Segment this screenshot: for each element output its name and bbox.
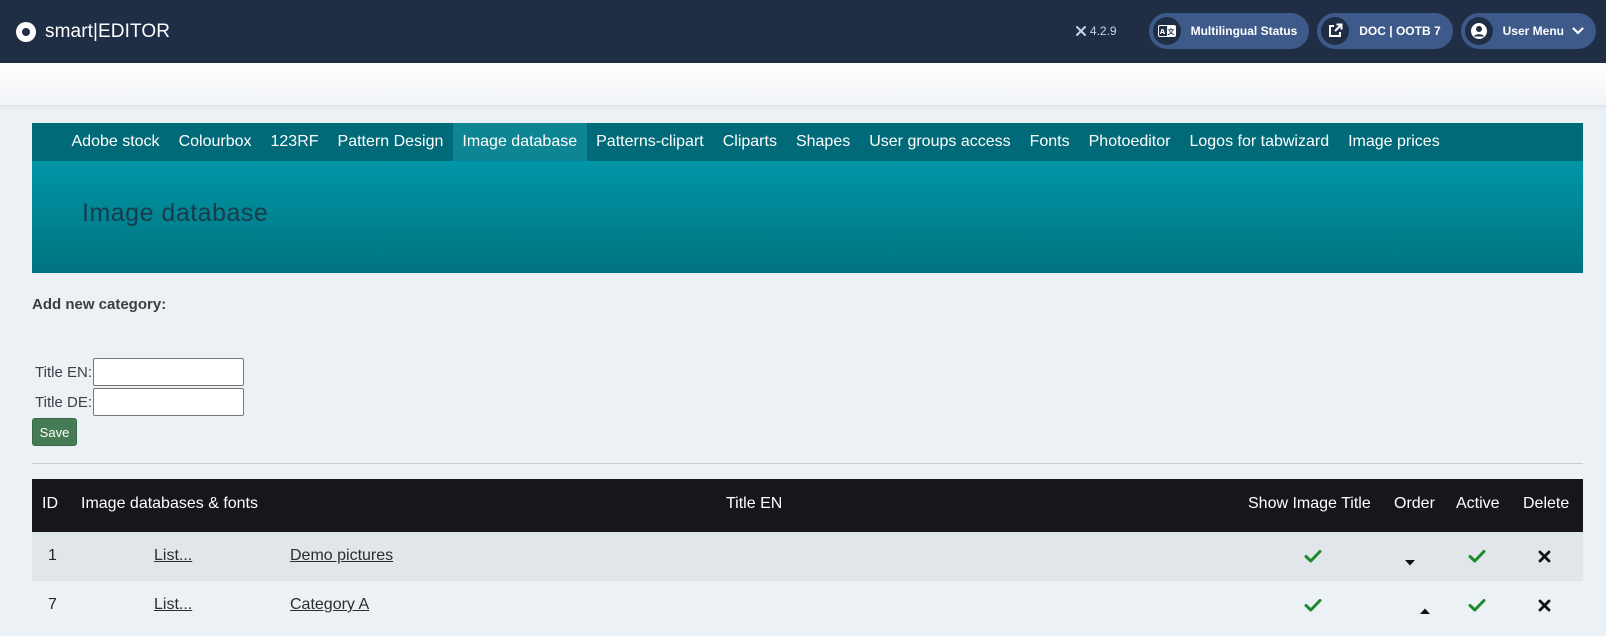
col-show-image-title: Show Image Title [1248, 495, 1371, 512]
list-link[interactable]: List... [154, 596, 192, 614]
row-id: 7 [48, 596, 57, 613]
external-link-icon [1321, 17, 1350, 45]
caret-up-icon[interactable] [1419, 602, 1431, 620]
table-row: 1 List... Demo pictures [32, 532, 1583, 581]
check-icon[interactable] [1468, 598, 1486, 617]
title-de-input[interactable] [93, 388, 244, 416]
joomla-icon [1075, 26, 1086, 36]
category-title-link[interactable]: Category A [290, 596, 369, 614]
caret-down-icon[interactable] [1404, 553, 1416, 571]
col-active: Active [1456, 495, 1500, 512]
doc-link-label: DOC | OOTB 7 [1359, 24, 1441, 38]
tab-photoeditor[interactable]: Photoeditor [1079, 123, 1180, 161]
close-icon[interactable] [1538, 599, 1551, 617]
title-en-label: Title EN: [35, 363, 92, 381]
page-hero: Image database [32, 161, 1583, 273]
check-icon[interactable] [1468, 549, 1486, 568]
table-header: ID Image databases & fonts Title EN Show… [32, 479, 1583, 532]
user-menu-label: User Menu [1502, 24, 1564, 38]
tab-pattern-design[interactable]: Pattern Design [328, 123, 453, 161]
tab-cliparts[interactable]: Cliparts [713, 123, 786, 161]
title-en-row: Title EN: [32, 358, 244, 386]
save-button[interactable]: Save [32, 418, 77, 446]
title-de-label: Title DE: [35, 393, 92, 411]
col-databases: Image databases & fonts [81, 495, 258, 512]
svg-text:文: 文 [1167, 27, 1175, 36]
version-text: 4.2.9 [1089, 24, 1117, 38]
add-category-heading: Add new category: [32, 296, 167, 313]
divider [32, 463, 1583, 464]
col-delete: Delete [1523, 495, 1570, 512]
doc-link-button[interactable]: DOC | OOTB 7 [1317, 13, 1453, 49]
tab-image-prices[interactable]: Image prices [1339, 123, 1450, 161]
brand[interactable]: smart|EDITOR [16, 21, 170, 43]
table-row: 7 List... Category A [32, 581, 1583, 630]
tab-colourbox[interactable]: Colourbox [169, 123, 261, 161]
subheader-band [0, 63, 1606, 106]
component-tabs: Adobe stock Colourbox 123RF Pattern Desi… [32, 123, 1583, 161]
title-de-row: Title DE: [32, 388, 244, 416]
user-circle-icon [1464, 17, 1493, 45]
row-id: 1 [48, 547, 57, 564]
tab-image-database[interactable]: Image database [452, 123, 587, 161]
tab-123rf[interactable]: 123RF [261, 123, 328, 161]
tab-shapes[interactable]: Shapes [786, 123, 859, 161]
title-en-input[interactable] [93, 358, 244, 386]
list-link[interactable]: List... [154, 547, 192, 565]
brand-title: smart|EDITOR [45, 20, 171, 42]
multilingual-status-label: Multilingual Status [1190, 24, 1298, 38]
col-title-en: Title EN [726, 495, 783, 512]
tab-patterns-clipart[interactable]: Patterns-clipart [587, 123, 714, 161]
chevron-down-icon [1572, 27, 1584, 35]
translate-icon: A 文 [1152, 17, 1181, 45]
check-icon[interactable] [1304, 549, 1322, 568]
check-icon[interactable] [1304, 598, 1322, 617]
category-title-link[interactable]: Demo pictures [290, 547, 393, 565]
categories-table: ID Image databases & fonts Title EN Show… [32, 479, 1583, 630]
top-header: smart|EDITOR 4.2.9 A 文 Multilingual Stat… [0, 0, 1606, 63]
tab-user-groups-access[interactable]: User groups access [860, 123, 1020, 161]
user-menu-button[interactable]: User Menu [1460, 13, 1596, 49]
tab-logos-for-tabwizard[interactable]: Logos for tabwizard [1180, 123, 1339, 161]
close-icon[interactable] [1538, 550, 1551, 568]
brand-logo-icon [16, 21, 36, 42]
col-order: Order [1394, 495, 1435, 512]
col-id: ID [42, 495, 58, 512]
tab-fonts[interactable]: Fonts [1020, 123, 1079, 161]
tab-adobe-stock[interactable]: Adobe stock [62, 123, 169, 161]
multilingual-status-button[interactable]: A 文 Multilingual Status [1148, 13, 1310, 49]
svg-text:A: A [1159, 28, 1165, 36]
version-info: 4.2.9 [1075, 24, 1117, 38]
page-title: Image database [82, 199, 269, 227]
